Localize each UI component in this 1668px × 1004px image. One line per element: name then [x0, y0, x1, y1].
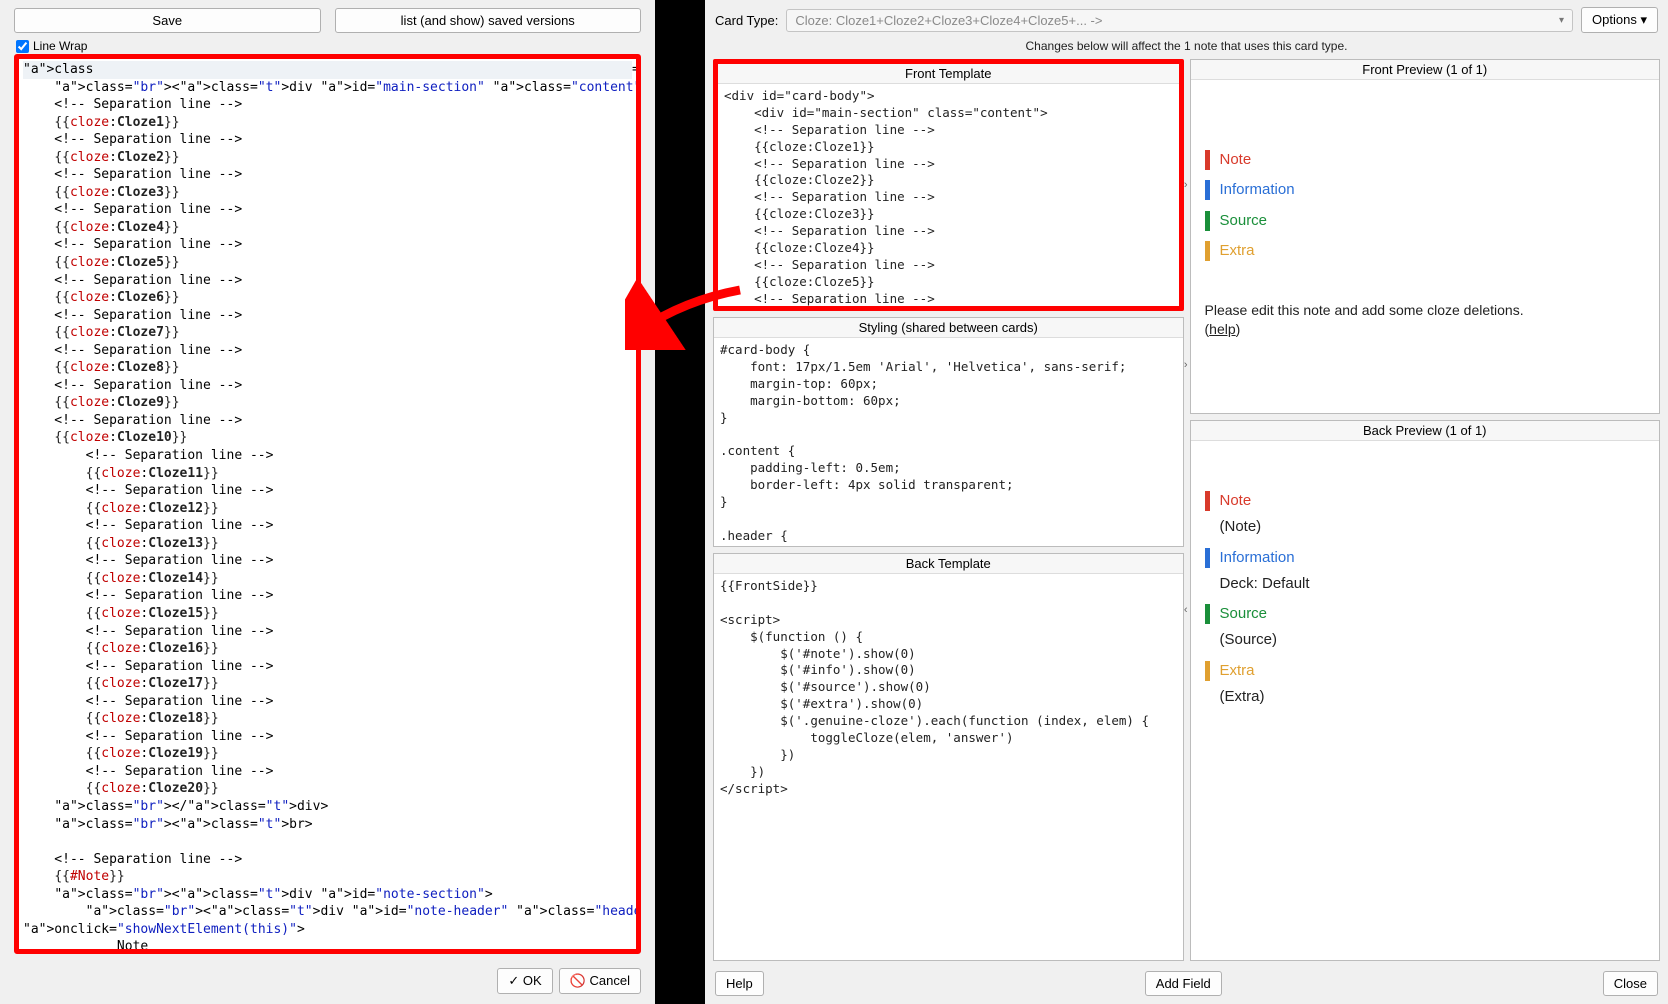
front-template-panel: Front Template <div id="card-body"> <div… — [713, 59, 1184, 311]
expand-styling-icon[interactable]: › — [1184, 359, 1188, 371]
styling-title: Styling (shared between cards) — [714, 318, 1183, 338]
cancel-button[interactable]: 🚫 Cancel — [559, 968, 641, 994]
front-template-title: Front Template — [718, 64, 1179, 84]
card-type-value: Cloze: Cloze1+Cloze2+Cloze3+Cloze4+Cloze… — [795, 13, 1102, 28]
line-wrap-checkbox[interactable] — [16, 40, 29, 53]
card-type-dropdown[interactable]: Cloze: Cloze1+Cloze2+Cloze3+Cloze4+Cloze… — [786, 9, 1573, 32]
templates-column: › Front Template <div id="card-body"> <d… — [713, 59, 1184, 961]
back-preview-panel: Back Preview (1 of 1) Note(Note)Informat… — [1190, 420, 1661, 961]
add-field-button[interactable]: Add Field — [1145, 971, 1222, 996]
code-editor[interactable]: "a">class="br"><"a">class="t">div "a">id… — [19, 59, 636, 949]
right-bottom-bar: Help Add Field Close — [709, 965, 1664, 1000]
expand-front-icon[interactable]: › — [1184, 179, 1188, 191]
front-template-editor[interactable]: <div id="card-body"> <div id="main-secti… — [718, 84, 1179, 306]
collapse-back-icon[interactable]: ‹ — [1184, 604, 1188, 616]
pane-gap — [655, 0, 705, 1004]
card-type-label: Card Type: — [715, 13, 778, 28]
left-toolbar: Save list (and show) saved versions — [4, 4, 651, 39]
code-editor-container: "a">class="br"><"a">class="t">div "a">id… — [14, 54, 641, 954]
back-preview: Note(Note)InformationDeck: DefaultSource… — [1191, 441, 1660, 960]
ok-button[interactable]: ✓ OK — [497, 968, 552, 994]
left-bottom-buttons: ✓ OK 🚫 Cancel — [497, 968, 641, 994]
line-wrap-row: Line Wrap — [4, 39, 651, 55]
back-template-editor[interactable]: {{FrontSide}} <script> $(function () { $… — [714, 574, 1183, 960]
changes-note: Changes below will affect the 1 note tha… — [709, 35, 1664, 59]
versions-button[interactable]: list (and show) saved versions — [335, 8, 642, 33]
front-preview-panel: Front Preview (1 of 1) NoteInformationSo… — [1190, 59, 1661, 414]
back-template-title: Back Template — [714, 554, 1183, 574]
styling-panel: Styling (shared between cards) #card-bod… — [713, 317, 1184, 547]
left-pane: Save list (and show) saved versions Line… — [0, 0, 655, 1004]
back-template-panel: Back Template {{FrontSide}} <script> $(f… — [713, 553, 1184, 961]
right-pane: Card Type: Cloze: Cloze1+Cloze2+Cloze3+C… — [705, 0, 1668, 1004]
chevron-down-icon: ▾ — [1559, 15, 1564, 26]
styling-editor[interactable]: #card-body { font: 17px/1.5em 'Arial', '… — [714, 338, 1183, 546]
front-preview-title: Front Preview (1 of 1) — [1191, 60, 1660, 80]
right-main: › Front Template <div id="card-body"> <d… — [709, 59, 1664, 965]
back-preview-title: Back Preview (1 of 1) — [1191, 421, 1660, 441]
previews-column: Front Preview (1 of 1) NoteInformationSo… — [1190, 59, 1661, 961]
options-button[interactable]: Options ▾ — [1581, 7, 1658, 33]
help-button[interactable]: Help — [715, 971, 764, 996]
save-button[interactable]: Save — [14, 8, 321, 33]
front-preview: NoteInformationSourceExtraPlease edit th… — [1191, 80, 1660, 413]
right-header: Card Type: Cloze: Cloze1+Cloze2+Cloze3+C… — [709, 4, 1664, 35]
line-wrap-label: Line Wrap — [33, 39, 87, 53]
close-button[interactable]: Close — [1603, 971, 1658, 996]
